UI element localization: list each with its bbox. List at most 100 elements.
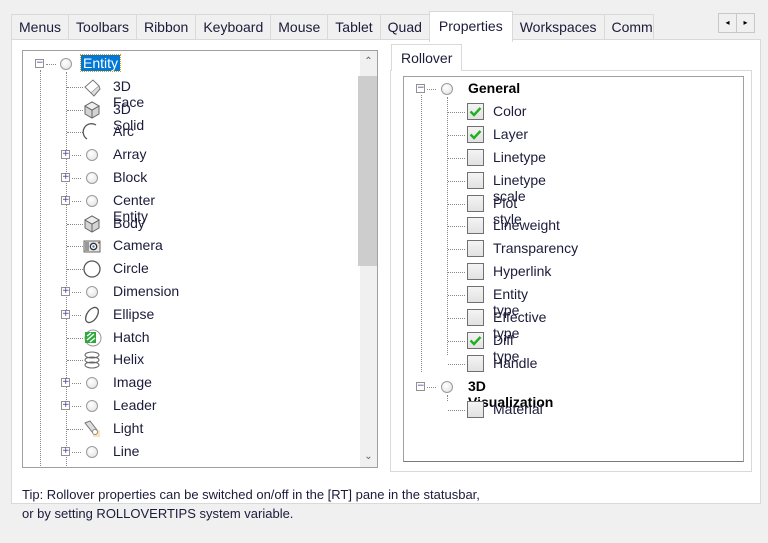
property-label: Lineweight [493,217,560,234]
checkmark-icon [469,106,482,117]
tree-connector [67,132,83,134]
expand-toggle[interactable]: + [61,401,70,410]
tree-item-label: Body [113,214,145,231]
circle-icon [82,168,102,188]
tree-connector [448,409,465,411]
tree-connector [67,337,83,339]
tree-item-label: Camera [113,237,163,254]
tab-mouse[interactable]: Mouse [270,14,329,42]
3dsolid-icon [82,100,102,120]
tree-item-label: Leader [113,397,157,413]
entity-tree-scrollbar[interactable]: ⌃ ⌄ [358,51,377,467]
tab-tablet[interactable]: Tablet [327,14,381,42]
tab-ribbon[interactable]: Ribbon [135,14,197,42]
tab-scroll-left-button[interactable]: ◂ [718,13,737,33]
helix-icon [82,350,102,370]
collapse-toggle[interactable]: − [416,84,425,93]
collapse-toggle[interactable]: − [35,59,44,68]
expand-toggle[interactable]: + [61,446,70,456]
tree-item-label: Block [113,169,148,185]
tree-item-label: Helix [113,351,145,368]
tree-item-label: Line [113,442,140,459]
collapse-toggle[interactable]: − [416,381,425,391]
tree-connector [72,155,81,157]
tree-connector [448,249,465,251]
checkbox-transparency[interactable] [467,240,484,258]
tree-connector [448,226,465,228]
arc-icon [82,122,102,142]
tree-connector [448,340,465,342]
expand-toggle[interactable]: + [61,378,70,388]
checkbox-linetype[interactable] [467,148,484,166]
tab-toolbars[interactable]: Toolbars [68,14,137,42]
tree-connector [448,203,465,205]
tree-item-label: Light [113,419,144,436]
tree-connector [447,394,448,401]
property-label: Transparency [493,240,579,257]
tree-connector [448,180,465,182]
group-label: General [468,80,521,96]
tree-connector [72,178,81,179]
scroll-up-arrow-icon[interactable]: ⌃ [360,53,377,70]
checkbox-layer[interactable] [467,125,484,143]
tab-rollover[interactable]: Rollover [391,44,463,71]
tree-connector [67,223,83,225]
property-label: Color [493,102,527,119]
tree-item-label: Ellipse [113,305,155,322]
tree-connector [448,157,465,159]
tree-connector [67,86,83,88]
circle-icon [437,377,457,397]
tree-item-label: Image [113,374,152,391]
scroll-thumb[interactable] [358,76,377,266]
tip-text: Tip: Rollover properties can be switched… [22,485,480,523]
circle-icon [437,79,457,99]
tab-properties[interactable]: Properties [428,11,513,42]
scroll-down-arrow-icon[interactable]: ⌄ [360,448,377,465]
tab-quad[interactable]: Quad [379,14,430,42]
tree-connector [448,363,465,365]
tree-connector [67,109,83,111]
tree-connector [72,451,81,453]
tree-item-label: Hatch [113,328,150,345]
tree-item-entity[interactable]: Entity [79,54,122,72]
tab-workspaces[interactable]: Workspaces [511,14,605,42]
tab-scroll-right-button[interactable]: ▸ [736,13,755,33]
checkbox-lineweight[interactable] [467,217,484,235]
checkbox-diff-type[interactable] [467,331,484,349]
tab-scroll-buttons: ◂ ▸ [718,13,755,33]
rollover-properties-tree[interactable]: − General Color Layer Linetype Linetype scale… [403,76,744,462]
circle-icon [82,282,102,302]
checkbox-handle[interactable] [467,354,484,372]
expand-toggle[interactable]: + [61,173,70,182]
checkbox-effective-type[interactable] [467,309,484,326]
entity-tree-content: − Entity 3D Face 3D Solid Arc + Array + Block + Ce… [23,51,360,467]
property-label: Handle [493,354,538,371]
entity-tree[interactable]: − Entity 3D Face 3D Solid Arc + Array + Block + Ce… [22,50,378,468]
circle-large-icon [82,259,102,279]
tree-item-label: Dimension [113,283,180,299]
tab-menus[interactable]: Menus [11,14,70,42]
expand-toggle[interactable]: + [61,309,70,319]
tip-line-2: or by setting ROLLOVERTIPS system variab… [22,506,294,521]
property-label: Layer [493,125,529,142]
checkbox-plot-style[interactable] [467,194,484,212]
expand-toggle[interactable]: + [61,195,70,205]
tree-connector [40,70,41,467]
checkbox-linetype-scale[interactable] [467,171,484,189]
camera-icon [82,236,102,256]
3dface-icon [82,77,102,97]
checkbox-hyperlink[interactable] [467,263,484,281]
tree-connector [67,360,83,362]
expand-toggle[interactable]: + [61,150,70,160]
tree-connector [448,111,465,113]
expand-toggle[interactable]: + [61,287,70,296]
tab-comm[interactable]: Comm [603,14,654,42]
body-icon [82,214,102,234]
tab-keyboard[interactable]: Keyboard [195,14,272,42]
checkbox-entity-type[interactable] [467,286,484,304]
tab-strip: Menus Toolbars Ribbon Keyboard Mouse Tablet Qu… [11,11,654,42]
tree-connector [421,95,422,372]
tree-connector [67,428,83,430]
checkbox-color[interactable] [467,102,484,120]
checkbox-material[interactable] [467,400,484,418]
